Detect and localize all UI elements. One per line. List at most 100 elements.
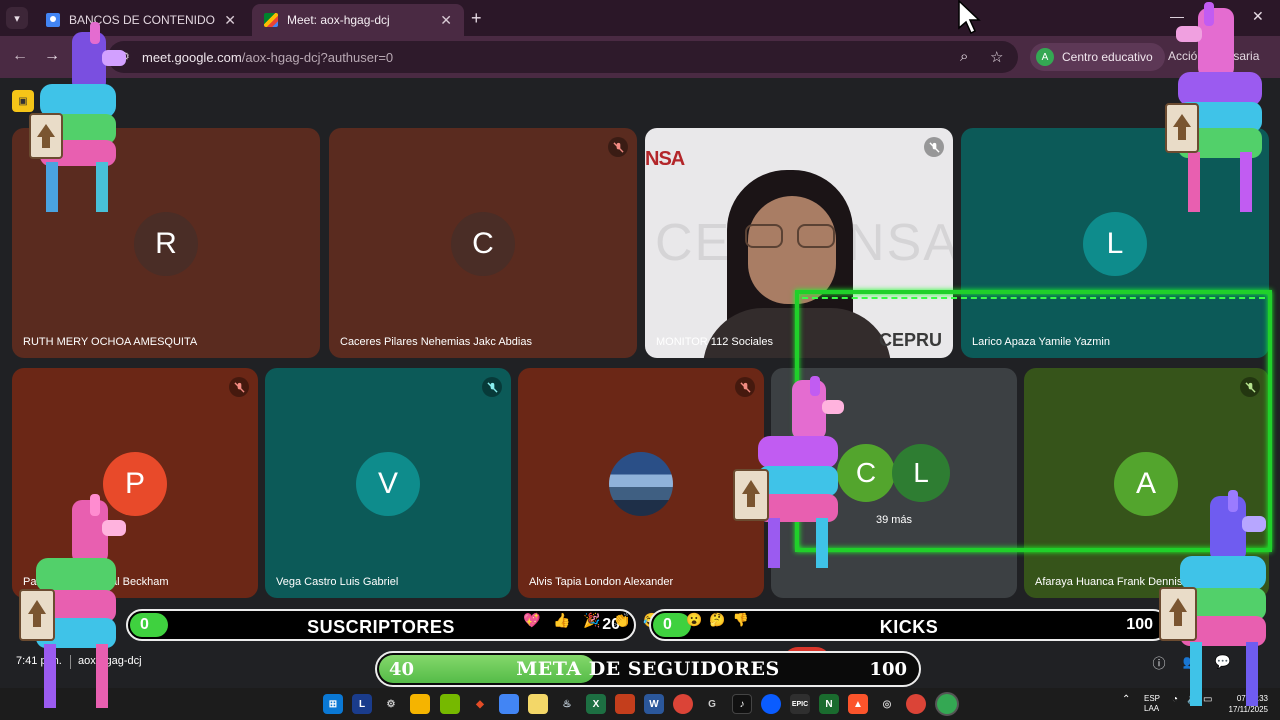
- glasses: [743, 224, 839, 248]
- followers-goal: 100: [869, 659, 907, 680]
- separator: [70, 655, 71, 669]
- url-text: meet.google.com/aox-hgag-dcj?authuser=0: [142, 49, 394, 65]
- participant-tile[interactable]: P Palma Ticona Geral Beckham: [12, 368, 258, 598]
- info-icon[interactable]: ⓘ: [1148, 651, 1170, 673]
- participant-name: RUTH MERY OCHOA AMESQUITA: [23, 336, 198, 348]
- tab-title: BANCOS DE CONTENIDO DIGIT: [69, 13, 218, 27]
- office-icon[interactable]: [615, 694, 635, 714]
- avatar: V: [356, 452, 420, 516]
- tiktok-icon[interactable]: ♪: [732, 694, 752, 714]
- clock-time: 07:41:33: [1236, 694, 1268, 703]
- tab-bancos-contenido[interactable]: BANCOS DE CONTENIDO DIGIT ✕: [34, 4, 248, 36]
- new-tab-button[interactable]: +: [471, 8, 482, 29]
- account-action-button[interactable]: Acción necesaria: [1168, 49, 1259, 63]
- app-n-icon[interactable]: N: [819, 694, 839, 714]
- mic-off-icon: [1240, 377, 1260, 397]
- github-icon[interactable]: ◎: [877, 694, 897, 714]
- browser-toolbar: ← → ↻ ⚙ meet.google.com/aox-hgag-dcj?aut…: [0, 36, 1280, 78]
- more-participants-tile[interactable]: C L 39 más: [771, 368, 1017, 598]
- word-icon[interactable]: W: [644, 694, 664, 714]
- nvidia-icon[interactable]: [440, 694, 460, 714]
- avatar: P: [103, 452, 167, 516]
- participant-name: Vega Castro Luis Gabriel: [276, 576, 399, 588]
- participant-tile[interactable]: V Vega Castro Luis Gabriel: [265, 368, 511, 598]
- avatar: R: [134, 212, 198, 276]
- app-l-icon[interactable]: L: [352, 694, 372, 714]
- close-tab-icon[interactable]: ✕: [224, 12, 236, 29]
- shirt-logo-text: CEPRU: [879, 330, 943, 350]
- battery-icon[interactable]: ▭: [1203, 694, 1212, 705]
- forward-icon[interactable]: →: [44, 47, 60, 65]
- chrome-icon[interactable]: [673, 694, 693, 714]
- steam-icon[interactable]: ♨: [557, 694, 577, 714]
- back-icon[interactable]: ←: [12, 47, 28, 65]
- volume-icon[interactable]: 🔊: [1187, 694, 1199, 705]
- bookmark-star-icon[interactable]: ☆: [990, 48, 1003, 66]
- google-docs-icon: [46, 13, 60, 27]
- settings-icon[interactable]: ⚙: [381, 694, 401, 714]
- notepad-icon[interactable]: [499, 694, 519, 714]
- site-info-icon[interactable]: ⚙: [120, 50, 134, 64]
- edge-icon[interactable]: [761, 694, 781, 714]
- followers-label: META DE SEGUIDORES: [516, 658, 780, 680]
- excel-icon[interactable]: X: [586, 694, 606, 714]
- language-indicator[interactable]: ESP LAA: [1144, 694, 1160, 714]
- avatar: C: [837, 444, 895, 502]
- language-code: ESP: [1144, 694, 1161, 703]
- mountain-photo-avatar: [609, 452, 673, 516]
- tray-overflow-icon[interactable]: ⌃: [1122, 694, 1130, 705]
- curseforge-icon[interactable]: G: [702, 694, 722, 714]
- participant-tile[interactable]: C Caceres Pilares Nehemias Jakc Abdias: [329, 128, 637, 358]
- meeting-code: aox-hgag-dcj: [78, 655, 142, 667]
- wifi-icon[interactable]: ◔: [1172, 694, 1178, 705]
- file-explorer-icon[interactable]: [410, 694, 430, 714]
- participant-tile[interactable]: Alvis Tapia London Alexander: [518, 368, 764, 598]
- tab-meet[interactable]: Meet: aox-hgag-dcj ✕: [252, 4, 464, 36]
- git-icon[interactable]: ◆: [470, 694, 490, 714]
- participant-tile[interactable]: R RUTH MERY OCHOA AMESQUITA: [12, 128, 320, 358]
- participant-name: Caceres Pilares Nehemias Jakc Abdias: [340, 336, 532, 348]
- participant-tile[interactable]: L Larico Apaza Yamile Yazmin: [961, 128, 1269, 358]
- close-tab-icon[interactable]: ✕: [440, 12, 452, 29]
- profile-avatar: A: [1036, 48, 1054, 66]
- close-window-button[interactable]: ✕: [1252, 8, 1264, 25]
- recording-badge-icon: ▣: [12, 90, 34, 112]
- meeting-time: 7:41 p.m.: [16, 655, 62, 667]
- avatar: A: [1114, 452, 1178, 516]
- mouse-cursor-icon: [958, 0, 981, 35]
- minimize-button[interactable]: —: [1170, 8, 1184, 24]
- tab-title: Meet: aox-hgag-dcj: [287, 13, 390, 27]
- people-icon[interactable]: 👥: [1180, 651, 1202, 673]
- party-popper-icon[interactable]: 🎉: [581, 609, 603, 631]
- chrome-profile-icon[interactable]: [906, 694, 926, 714]
- mic-off-icon: [229, 377, 249, 397]
- zoom-icon[interactable]: ⌕: [960, 48, 968, 65]
- epic-games-icon[interactable]: EPIC: [790, 694, 810, 714]
- participant-tile[interactable]: A Afaraya Huanca Frank Dennis: [1024, 368, 1269, 598]
- tab-search-button[interactable]: ▾: [6, 7, 28, 29]
- thumbs-up-icon[interactable]: 👍: [551, 609, 573, 631]
- avatar: L: [1083, 212, 1147, 276]
- system-clock[interactable]: 07:41:33 17/11/2025: [1229, 693, 1268, 715]
- cepru-logo: NSA: [645, 148, 685, 170]
- avatar: C: [451, 212, 515, 276]
- google-meet-icon: [264, 13, 278, 27]
- participant-name: Palma Ticona Geral Beckham: [23, 576, 169, 588]
- chat-icon[interactable]: 💬: [1212, 651, 1234, 673]
- meet-stage: ▣ R RUTH MERY OCHOA AMESQUITA C Caceres …: [0, 78, 1280, 688]
- language-layout: LAA: [1144, 704, 1160, 713]
- more-participants-count: 39 más: [875, 514, 913, 526]
- reaction-icons-2: 😮 🤔 👎: [686, 612, 750, 627]
- address-bar[interactable]: ⚙ meet.google.com/aox-hgag-dcj?authuser=…: [108, 41, 1018, 73]
- windows-taskbar: ⊞ L ⚙ ◆ ♨ X W G ♪ EPIC N ▲ ◎ ⌃ ESP LAA ◔ …: [0, 688, 1280, 720]
- windows-start-icon[interactable]: ⊞: [323, 694, 343, 714]
- sparkling-heart-icon[interactable]: 💖: [521, 609, 543, 631]
- reload-icon[interactable]: ↻: [78, 47, 91, 67]
- chrome-active-icon[interactable]: [937, 694, 957, 714]
- clapping-icon[interactable]: 👏: [611, 609, 633, 631]
- maximize-button[interactable]: ☐: [1210, 8, 1223, 25]
- sticky-notes-icon[interactable]: [528, 694, 548, 714]
- brave-icon[interactable]: ▲: [848, 694, 868, 714]
- participant-video-tile[interactable]: NSA CEPRUNSA CEPRU MONITOR 112 Sociales: [645, 128, 953, 358]
- profile-chip[interactable]: A Centro educativo: [1030, 43, 1165, 71]
